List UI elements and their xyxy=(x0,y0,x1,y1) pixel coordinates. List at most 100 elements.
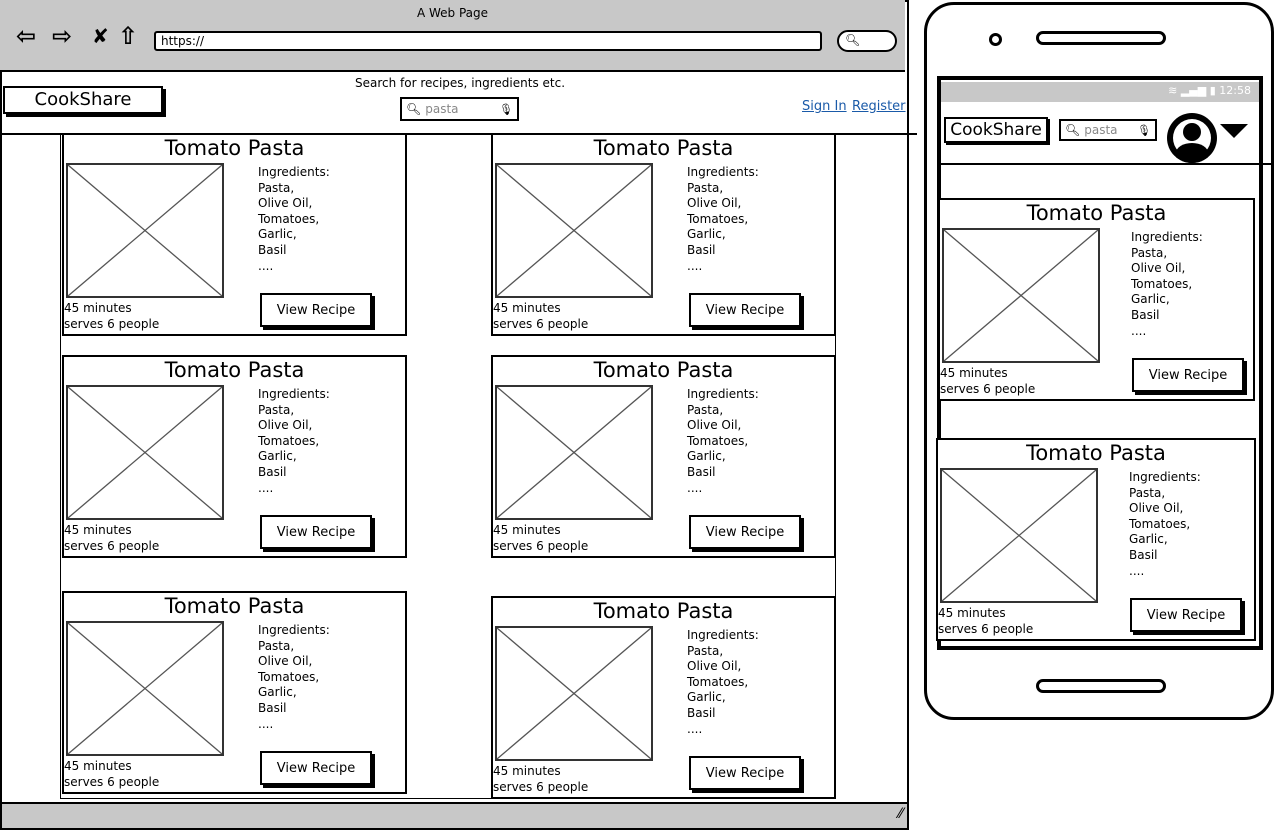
avatar-icon[interactable] xyxy=(1167,113,1217,163)
ingredient-item: Tomatoes, xyxy=(1129,516,1191,531)
ingredient-item: Pasta, xyxy=(687,180,724,195)
resize-grip-icon[interactable]: ⁄⁄ xyxy=(898,806,903,822)
back-arrow-icon[interactable]: ⇦ xyxy=(16,22,36,50)
ingredient-item: Pasta, xyxy=(258,180,295,195)
signal-icon: ▂▄▆ xyxy=(1180,84,1207,97)
ingredient-item: Garlic, xyxy=(258,685,297,700)
view-recipe-button[interactable]: View Recipe xyxy=(260,293,372,327)
ingredient-item: Pasta, xyxy=(258,402,295,417)
ingredient-item: Tomatoes, xyxy=(687,433,749,448)
register-link[interactable]: Register xyxy=(852,99,906,114)
recipe-meta: 45 minutes serves 6 people xyxy=(64,300,159,332)
recipe-meta: 45 minutes serves 6 people xyxy=(940,365,1035,397)
recipe-meta: 45 minutes serves 6 people xyxy=(64,522,159,554)
phone-status-bar: ≋ ▂▄▆ ▮ 12:58 xyxy=(941,82,1259,102)
speaker-grill xyxy=(1036,31,1166,45)
recipe-card: Tomato Pasta Ingredients: Pasta, Olive Oil,… xyxy=(62,591,407,794)
view-recipe-button[interactable]: View Recipe xyxy=(260,515,372,549)
ingredient-item: .... xyxy=(258,480,274,495)
ingredients-label: Ingredients: xyxy=(687,165,759,179)
search-icon: 🔍︎ xyxy=(1065,123,1081,137)
search-icon: 🔍︎ xyxy=(845,33,861,47)
recipe-meta: 45 minutes serves 6 people xyxy=(493,300,588,332)
ingredients-list: Ingredients: Pasta, Olive Oil, Tomatoes, Gar… xyxy=(258,387,330,496)
ingredient-item: Basil xyxy=(258,464,287,479)
ingredients-label: Ingredients: xyxy=(258,623,330,637)
mobile-logo[interactable]: CookShare xyxy=(944,117,1048,143)
ingredient-item: Olive Oil, xyxy=(258,418,313,433)
search-icon: 🔍︎ xyxy=(406,102,422,116)
browser-search-button[interactable]: 🔍︎ xyxy=(837,30,897,52)
logo[interactable]: CookShare xyxy=(3,86,163,114)
recipe-title: Tomato Pasta xyxy=(164,136,305,160)
ingredient-item: Basil xyxy=(1129,547,1158,562)
ingredients-list: Ingredients: Pasta, Olive Oil, Tomatoes, Gar… xyxy=(1131,230,1203,339)
cook-time: 45 minutes xyxy=(493,523,561,537)
ingredient-item: Tomatoes, xyxy=(258,433,320,448)
view-recipe-button[interactable]: View Recipe xyxy=(689,756,801,790)
url-bar[interactable]: https:// xyxy=(154,31,822,51)
mobile-recipe-card: Tomato Pasta Ingredients: Pasta, Olive Oil,… xyxy=(936,438,1256,641)
home-button[interactable] xyxy=(1036,679,1166,693)
servings: serves 6 people xyxy=(64,775,160,789)
cook-time: 45 minutes xyxy=(64,523,132,537)
dropdown-triangle-icon[interactable] xyxy=(1220,124,1248,138)
ingredients-list: Ingredients: Pasta, Olive Oil, Tomatoes, Gar… xyxy=(258,165,330,274)
search-input[interactable]: 🔍︎ pasta 🎙︎ xyxy=(400,97,519,121)
ingredients-label: Ingredients: xyxy=(1129,470,1201,484)
recipe-meta: 45 minutes serves 6 people xyxy=(938,605,1033,637)
servings: serves 6 people xyxy=(493,780,589,794)
search-value: pasta xyxy=(1084,123,1118,137)
ingredient-item: Pasta, xyxy=(258,638,295,653)
mobile-header-divider xyxy=(941,163,1271,165)
recipe-title: Tomato Pasta xyxy=(593,136,734,160)
cook-time: 45 minutes xyxy=(938,606,1006,620)
recipe-card: Tomato Pasta Ingredients: Pasta, Olive Oil,… xyxy=(491,133,836,336)
microphone-icon[interactable]: 🎙︎ xyxy=(1137,124,1151,137)
camera-icon xyxy=(989,33,1002,46)
view-recipe-button[interactable]: View Recipe xyxy=(260,751,372,785)
servings: serves 6 people xyxy=(940,382,1036,396)
sign-in-link[interactable]: Sign In xyxy=(802,99,847,114)
ingredients-list: Ingredients: Pasta, Olive Oil, Tomatoes, Gar… xyxy=(1129,470,1201,579)
view-recipe-button[interactable]: View Recipe xyxy=(1130,598,1242,632)
mobile-recipe-card: Tomato Pasta Ingredients: Pasta, Olive Oil,… xyxy=(938,198,1255,401)
battery-icon: ▮ xyxy=(1209,84,1216,97)
recipe-title: Tomato Pasta xyxy=(1026,201,1167,225)
ingredient-item: Garlic, xyxy=(1129,532,1168,547)
cook-time: 45 minutes xyxy=(493,764,561,778)
view-recipe-button[interactable]: View Recipe xyxy=(1132,358,1244,392)
ingredient-item: Olive Oil, xyxy=(687,418,742,433)
recipe-image-placeholder xyxy=(942,228,1100,363)
close-x-icon[interactable]: ✘ xyxy=(92,24,109,48)
ingredient-item: Tomatoes, xyxy=(687,674,749,689)
ingredient-item: Basil xyxy=(258,242,287,257)
search-value: pasta xyxy=(425,102,459,116)
recipe-image-placeholder xyxy=(66,621,224,756)
recipe-card: Tomato Pasta Ingredients: Pasta, Olive Oil,… xyxy=(62,133,407,336)
recipe-image-placeholder xyxy=(940,468,1098,603)
ingredient-item: Pasta, xyxy=(1131,245,1168,260)
home-icon[interactable]: ⇧ xyxy=(118,22,138,50)
recipe-image-placeholder xyxy=(495,163,653,298)
microphone-icon[interactable]: 🎙︎ xyxy=(499,103,513,116)
view-recipe-button[interactable]: View Recipe xyxy=(689,515,801,549)
recipe-title: Tomato Pasta xyxy=(1026,441,1166,465)
status-bar: ⁄⁄ xyxy=(2,802,907,828)
ingredient-item: Pasta, xyxy=(1129,485,1166,500)
cook-time: 45 minutes xyxy=(493,301,561,315)
wifi-icon: ≋ xyxy=(1168,84,1178,97)
ingredient-item: .... xyxy=(1129,563,1145,578)
recipe-meta: 45 minutes serves 6 people xyxy=(64,758,159,790)
ingredient-item: Olive Oil, xyxy=(687,196,742,211)
ingredient-item: Garlic, xyxy=(258,227,297,242)
ingredient-item: .... xyxy=(258,716,274,731)
view-recipe-button[interactable]: View Recipe xyxy=(689,293,801,327)
ingredients-list: Ingredients: Pasta, Olive Oil, Tomatoes, Gar… xyxy=(687,165,759,274)
ingredient-item: .... xyxy=(258,258,274,273)
clock: 12:58 xyxy=(1219,84,1251,97)
cook-time: 45 minutes xyxy=(940,366,1008,380)
mobile-search-input[interactable]: 🔍︎ pasta 🎙︎ xyxy=(1059,119,1157,141)
forward-arrow-icon[interactable]: ⇨ xyxy=(52,22,72,50)
ingredient-item: Basil xyxy=(258,700,287,715)
